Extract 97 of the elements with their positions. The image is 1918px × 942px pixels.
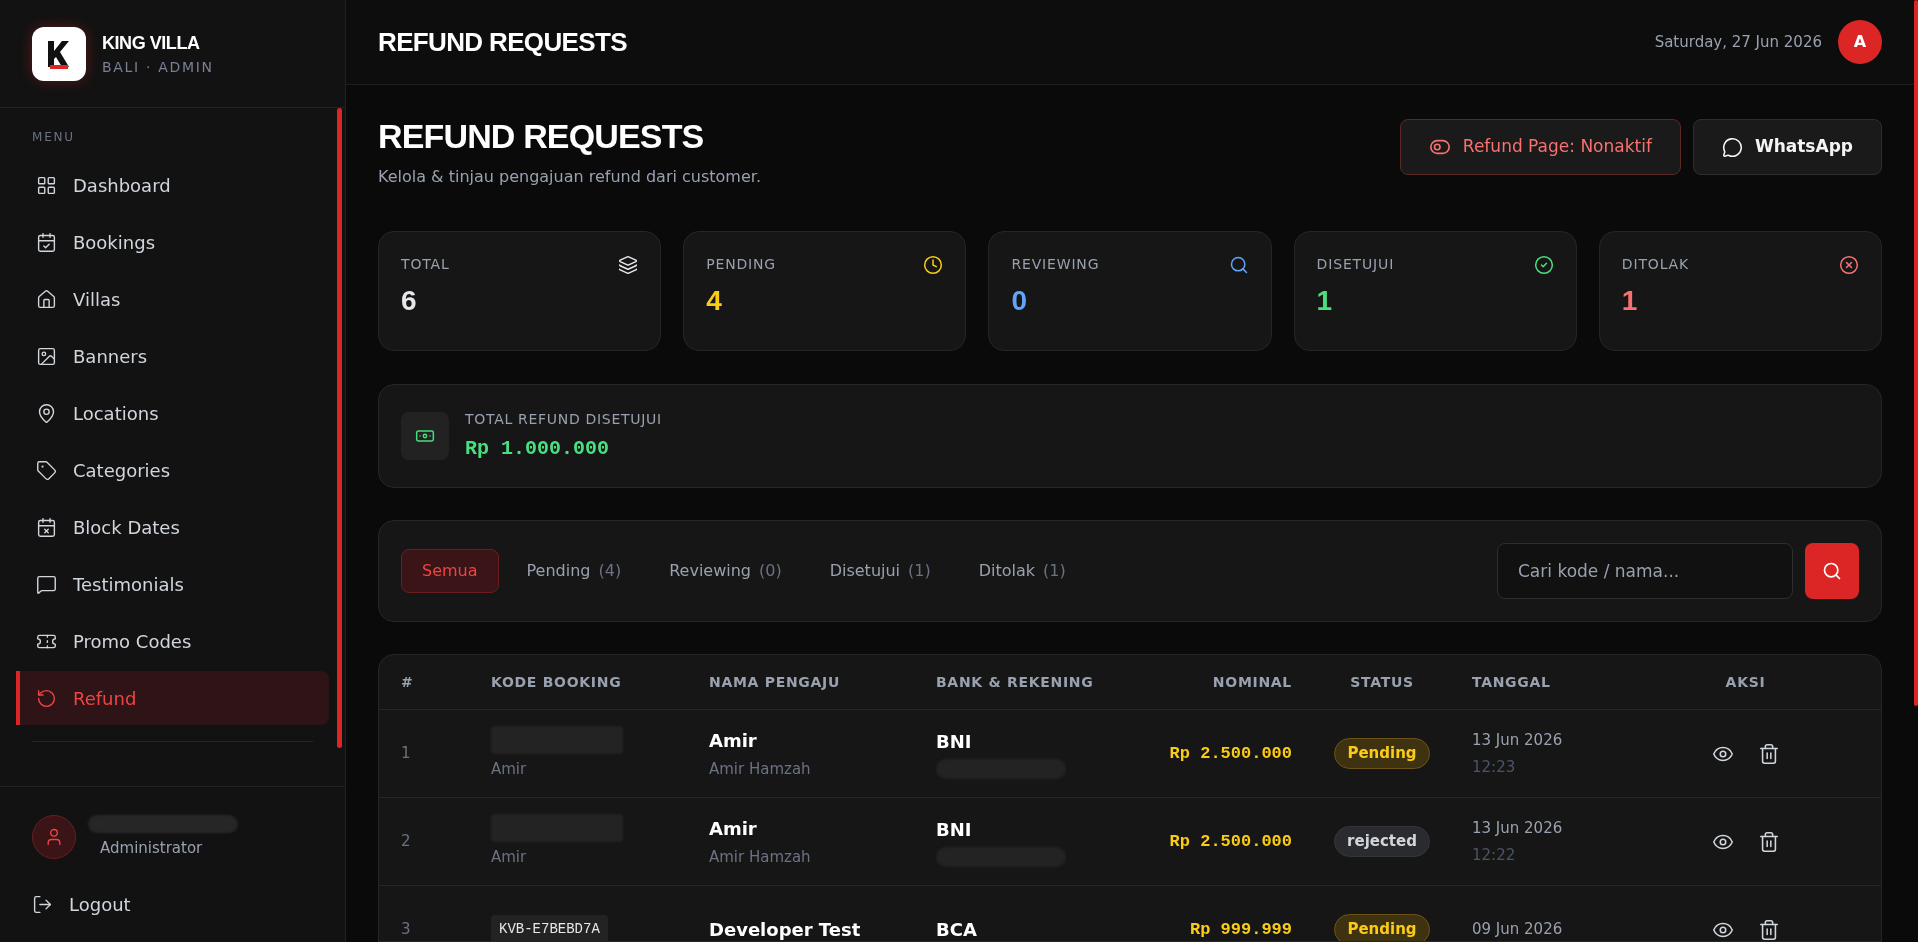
house-icon — [36, 288, 57, 310]
user-role: Administrator — [99, 837, 204, 859]
map-pin-icon — [36, 402, 57, 424]
page-subtitle: Kelola & tinjau pengajuan refund dari customer. — [378, 166, 761, 188]
applicant-fullname: Amir Hamzah — [709, 758, 812, 780]
filter-tab[interactable]: Semua — [401, 549, 499, 593]
sidebar-item[interactable]: Promo Codes — [16, 614, 329, 668]
status-badge: Pending — [1334, 914, 1430, 941]
stat-value: 6 — [401, 287, 418, 315]
stat-label: REVIEWING — [1011, 255, 1100, 274]
column-header: NOMINAL — [1211, 672, 1292, 692]
row-number: 1 — [401, 743, 412, 765]
booking-customer: Amir — [491, 759, 527, 781]
row-number: 3 — [401, 919, 412, 941]
chat-bubble-icon — [1721, 136, 1743, 158]
filter-tab[interactable]: Disetujui (1) — [809, 549, 951, 593]
column-header: # — [401, 672, 415, 692]
chat-icon — [36, 573, 57, 595]
x-circle-icon — [1839, 254, 1859, 275]
layers-icon — [618, 254, 639, 275]
column-header: BANK & REKENING — [936, 672, 1095, 692]
page-title: REFUND REQUESTS — [378, 119, 705, 153]
amount: Rp 2.500.000 — [1168, 742, 1292, 765]
sidebar-item[interactable]: Bookings — [16, 215, 329, 269]
status-badge: Pending — [1334, 738, 1430, 769]
time-text: 12:23 — [1472, 756, 1517, 778]
column-header: KODE BOOKING — [491, 672, 623, 692]
user-avatar — [32, 814, 76, 859]
bank-name: BNI — [936, 730, 973, 754]
total-refund-label: TOTAL REFUND DISETUJUI — [465, 409, 662, 429]
filter-tab[interactable]: Pending (4) — [506, 549, 642, 593]
stat-value: 4 — [706, 287, 723, 315]
date-text: Saturday, 27 Jun 2026 — [1654, 31, 1822, 53]
applicant-fullname: Amir Hamzah — [709, 846, 812, 868]
rotate-icon — [36, 687, 57, 709]
menu-label: MENU — [31, 129, 76, 146]
logout-icon — [32, 894, 53, 915]
sidebar-item[interactable]: Testimonials — [16, 557, 329, 611]
banknote-icon — [401, 412, 449, 460]
applicant-name: Developer Test — [709, 918, 862, 941]
column-header: AKSI — [1724, 672, 1767, 692]
logout-link[interactable]: Logout — [32, 891, 313, 918]
stat-label: PENDING — [706, 255, 777, 274]
sidebar-item[interactable]: Block Dates — [16, 500, 329, 554]
stat-value: 0 — [1011, 287, 1028, 315]
sidebar-item[interactable]: Categories — [16, 443, 329, 497]
stat-value: 1 — [1316, 287, 1334, 315]
date-text: 13 Jun 2026 — [1472, 818, 1564, 839]
trash-icon[interactable] — [1757, 830, 1780, 853]
booking-customer: Amir — [491, 847, 527, 869]
bank-name: BCA — [936, 918, 978, 941]
trash-icon[interactable] — [1757, 918, 1780, 941]
search-button[interactable] — [1805, 543, 1859, 599]
bank-name: BNI — [936, 818, 973, 842]
stat-label: TOTAL — [401, 255, 450, 274]
stat-label: DITOLAK — [1621, 255, 1690, 274]
applicant-name: Amir — [709, 728, 758, 753]
booking-code: KVB-E7BEBD7A — [491, 915, 608, 941]
calendar-check-icon — [36, 231, 57, 253]
row-number: 2 — [401, 831, 412, 853]
brand-subtitle: BALI · ADMIN — [102, 57, 214, 77]
clock-icon — [923, 254, 944, 275]
calendar-x-icon — [36, 516, 57, 538]
stat-value: 1 — [1621, 287, 1639, 315]
column-header: TANGGAL — [1472, 672, 1552, 692]
sidebar-item[interactable]: Locations — [16, 386, 329, 440]
header-title: REFUND REQUESTS — [378, 25, 627, 59]
column-header: NAMA PENGAJU — [709, 672, 842, 692]
image-icon — [36, 345, 57, 367]
sidebar-item[interactable]: Banners — [16, 329, 329, 383]
search-icon — [1228, 254, 1249, 275]
date-text: 13 Jun 2026 — [1472, 730, 1564, 751]
amount: Rp 2.500.000 — [1168, 830, 1292, 853]
brand-name: KING VILLA — [102, 31, 201, 55]
column-header: STATUS — [1349, 672, 1415, 692]
logo-icon — [32, 26, 86, 81]
tag-icon — [36, 459, 57, 481]
status-badge: rejected — [1334, 826, 1430, 857]
sidebar-item[interactable]: Refund — [16, 671, 329, 725]
filter-tab[interactable]: Ditolak (1) — [958, 549, 1086, 593]
trash-icon[interactable] — [1757, 742, 1780, 765]
amount: Rp 999.999 — [1188, 918, 1292, 941]
applicant-name: Amir — [709, 816, 758, 841]
total-refund-value: Rp 1.000.000 — [465, 435, 611, 462]
check-circle-icon — [1533, 254, 1554, 275]
search-field[interactable]: Cari kode / nama... — [1497, 543, 1793, 599]
stat-label: DISETUJUI — [1316, 255, 1395, 274]
sidebar-item[interactable]: Dashboard — [16, 158, 329, 212]
date-text: 09 Jun 2026 — [1472, 919, 1564, 941]
profile-avatar[interactable]: A — [1838, 20, 1882, 64]
refund-page-toggle-button[interactable]: Refund Page: Nonaktif — [1399, 119, 1681, 175]
grid-icon — [36, 174, 57, 196]
whatsapp-button[interactable]: WhatsApp — [1692, 119, 1882, 175]
sidebar-item[interactable]: Villas — [16, 272, 329, 326]
filter-tab[interactable]: Reviewing (0) — [649, 549, 802, 593]
time-text: 12:22 — [1472, 844, 1517, 866]
search-icon — [1822, 561, 1842, 581]
